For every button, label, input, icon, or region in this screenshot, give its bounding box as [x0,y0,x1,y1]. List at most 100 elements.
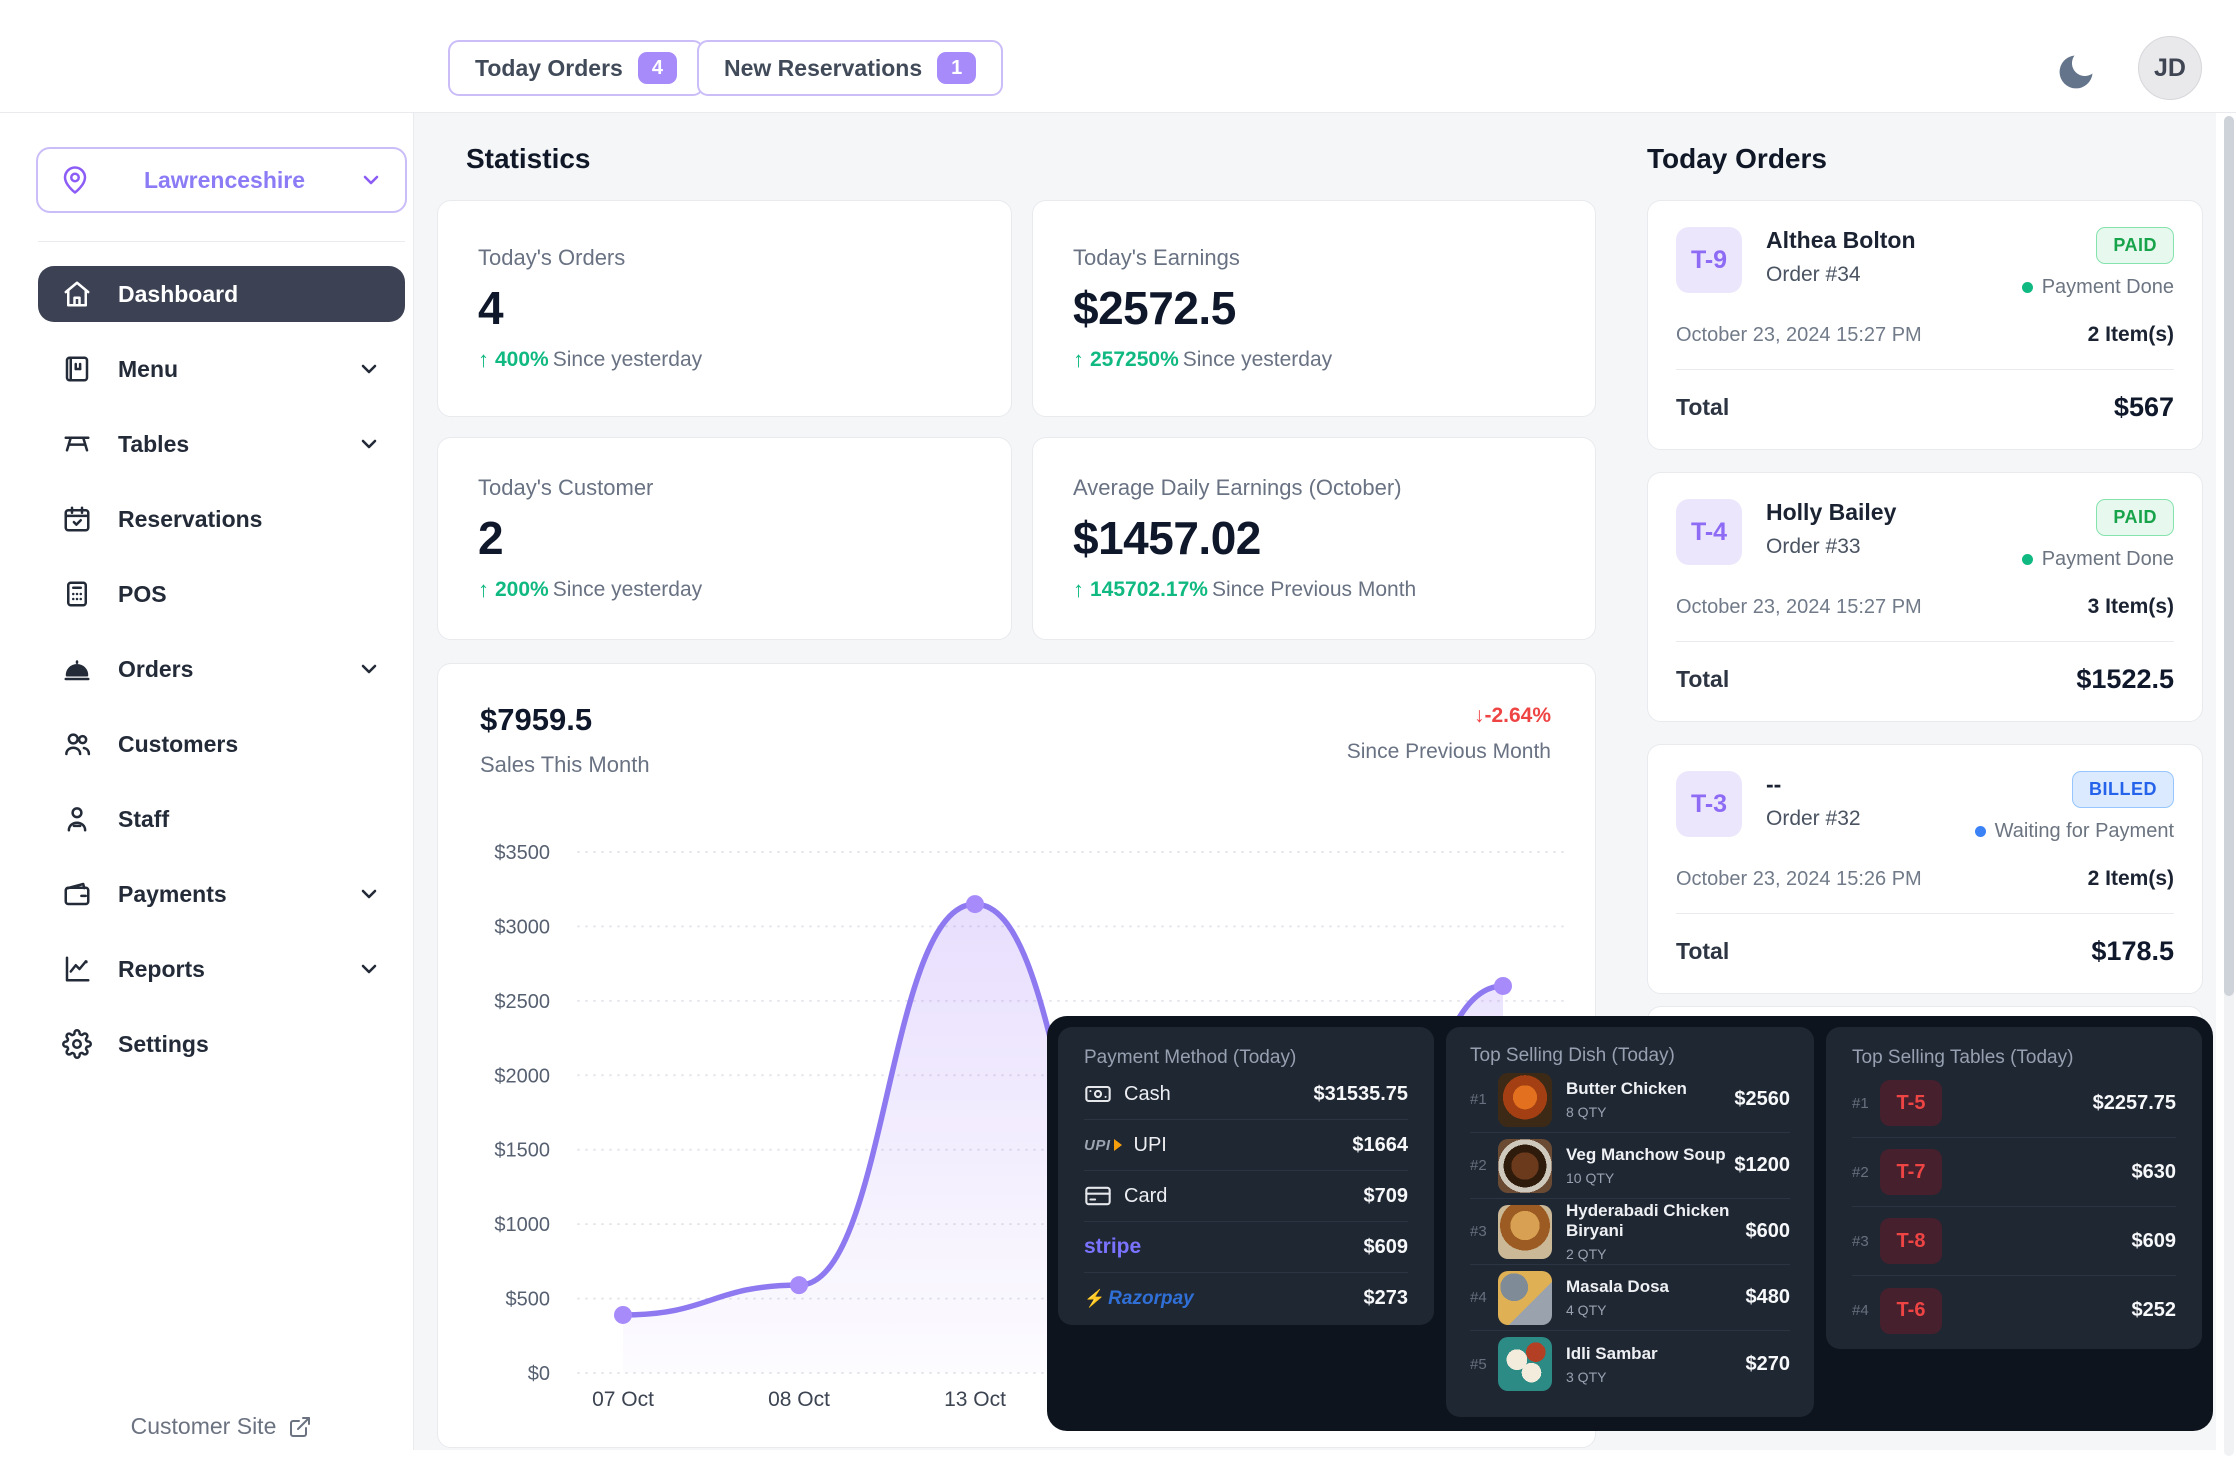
sidebar-item-settings[interactable]: Settings [38,1016,405,1072]
stat-card-todays-orders: Today's Orders 4 ↑ 400% Since yesterday [437,200,1012,417]
wallet-icon [62,879,92,909]
stat-label: Today's Customer [478,475,1011,501]
sidebar-item-dashboard[interactable]: Dashboard [38,266,405,322]
today-orders-button[interactable]: Today Orders 4 [448,40,704,96]
dish-name: Masala Dosa [1566,1277,1669,1297]
avatar-initials: JD [2154,54,2186,83]
stat-delta-percent: 400% [495,348,549,372]
sidebar-item-reports[interactable]: Reports [38,941,405,997]
rank-label: #1 [1852,1095,1880,1112]
status-badge: PAID [2096,227,2174,264]
svg-text:$3500: $3500 [494,842,550,864]
customer-site-link[interactable]: Customer Site [30,1413,413,1440]
svg-text:$0: $0 [528,1363,550,1385]
sidebar-item-staff[interactable]: Staff [38,791,405,847]
cloche-icon [62,654,92,684]
payment-method-panel: Payment Method (Today) Cash $31535.75 UP… [1058,1027,1434,1325]
insights-overlay: Payment Method (Today) Cash $31535.75 UP… [1047,1016,2213,1431]
sidebar-item-payments[interactable]: Payments [38,866,405,922]
sidebar-divider [413,113,414,1450]
divider [1676,641,2174,642]
calculator-icon [62,579,92,609]
rank-label: #4 [1470,1289,1498,1306]
new-reservations-button[interactable]: New Reservations 1 [697,40,1003,96]
stat-delta-caption: Since yesterday [1183,348,1332,372]
chevron-down-icon [357,957,381,981]
dish-qty: 8 QTY [1566,1104,1687,1120]
payment-amount: $609 [1364,1236,1409,1259]
order-card[interactable]: T-9 Althea Bolton Order #34 PAID Payment… [1647,200,2203,450]
dish-qty: 3 QTY [1566,1369,1658,1385]
sidebar-item-tables[interactable]: Tables [38,416,405,472]
sales-total: $7959.5 [480,702,650,738]
payment-status-dot [1975,826,1986,837]
page-scrollbar-thumb[interactable] [2224,116,2234,996]
location-selector[interactable]: Lawrenceshire [36,147,407,213]
payment-amount: $31535.75 [1313,1083,1408,1106]
stat-delta-percent: 145702.17% [1090,578,1208,602]
dish-row: #3 Hyderabadi Chicken Biryani 2 QTY $600 [1470,1199,1790,1265]
stat-label: Today's Orders [478,245,1011,271]
sidebar-item-label: Reservations [118,506,262,533]
stripe-logo: stripe [1084,1235,1141,1259]
dish-amount: $270 [1746,1353,1791,1376]
dish-qty: 4 QTY [1566,1302,1669,1318]
sidebar-item-label: Menu [118,356,178,383]
dish-amount: $2560 [1734,1088,1790,1111]
stat-delta-percent: 200% [495,578,549,602]
status-badge: BILLED [2072,771,2174,808]
dish-amount: $480 [1746,1286,1791,1309]
stat-delta-caption: Since yesterday [553,578,702,602]
up-arrow-icon: ↑ [478,577,489,603]
today-orders-count-badge: 4 [638,52,677,84]
payment-status-note: Payment Done [2042,548,2174,571]
order-card[interactable]: T-4 Holly Bailey Order #33 PAID Payment … [1647,472,2203,722]
svg-text:08 Oct: 08 Oct [768,1388,830,1411]
table-badge: T-7 [1880,1149,1942,1195]
sidebar-item-reservations[interactable]: Reservations [38,491,405,547]
razorpay-logo: Razorpay [1084,1288,1194,1310]
dish-name: Butter Chicken [1566,1079,1687,1099]
order-card[interactable]: T-3 -- Order #32 BILLED Waiting for Paym… [1647,744,2203,994]
sidebar-item-orders[interactable]: Orders [38,641,405,697]
dish-qty: 10 QTY [1566,1170,1726,1186]
rank-label: #2 [1852,1164,1880,1181]
payment-row: Cash $31535.75 [1084,1069,1408,1120]
svg-text:$1000: $1000 [494,1214,550,1236]
stat-value: $2572.5 [1073,281,1595,335]
idli-sambar-photo [1498,1337,1552,1391]
chevron-down-icon [357,882,381,906]
sidebar-item-pos[interactable]: POS [38,566,405,622]
table-badge: T-5 [1880,1080,1942,1126]
payment-amount: $273 [1364,1287,1409,1310]
stat-card-todays-earnings: Today's Earnings $2572.5 ↑ 257250% Since… [1032,200,1596,417]
sidebar-item-menu[interactable]: Menu [38,341,405,397]
sidebar-item-label: Payments [118,881,227,908]
chevron-down-icon [359,168,383,192]
payment-method-name: Cash [1124,1083,1171,1106]
svg-text:$1500: $1500 [494,1140,550,1162]
sidebar-item-label: Orders [118,656,193,683]
up-arrow-icon: ↑ [1073,577,1084,603]
stat-label: Average Daily Earnings (October) [1073,475,1595,501]
up-arrow-icon: ↑ [478,347,489,373]
svg-text:$2000: $2000 [494,1065,550,1087]
dish-name: Hyderabadi Chicken Biryani [1566,1201,1746,1241]
payment-amount: $1664 [1352,1134,1408,1157]
payment-row: Razorpay $273 [1084,1273,1408,1324]
sidebar-item-customers[interactable]: Customers [38,716,405,772]
payment-status-note: Waiting for Payment [1995,820,2174,843]
chevron-down-icon [357,357,381,381]
payment-method-name: UPI [1134,1134,1167,1157]
customer-site-label: Customer Site [131,1413,277,1440]
new-reservations-button-label: New Reservations [724,55,922,82]
sales-change-percent: -2.64% [1484,704,1551,727]
payment-row: stripe $609 [1084,1222,1408,1273]
svg-text:$2500: $2500 [494,991,550,1013]
theme-toggle-button[interactable] [2048,44,2104,100]
today-orders-button-label: Today Orders [475,55,623,82]
sidebar-item-label: POS [118,581,167,608]
user-avatar[interactable]: JD [2138,36,2202,100]
new-reservations-count-badge: 1 [937,52,976,84]
today-orders-heading: Today Orders [1647,143,1827,175]
